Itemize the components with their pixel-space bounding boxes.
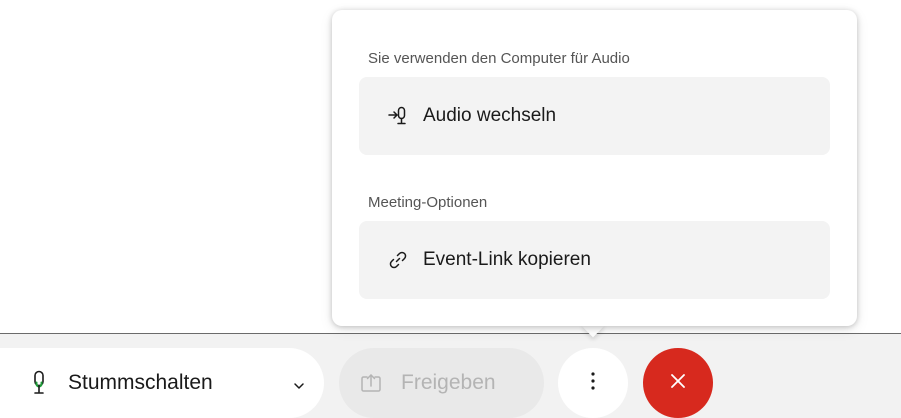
close-icon [670, 373, 686, 394]
share-label: Freigeben [401, 371, 496, 394]
switch-audio-icon [387, 105, 409, 127]
copy-event-link-menu-item[interactable]: Event-Link kopieren [359, 221, 830, 299]
share-button[interactable]: Freigeben [339, 348, 544, 418]
switch-audio-label: Audio wechseln [423, 105, 557, 126]
mute-label: Stummschalten [68, 371, 213, 394]
switch-audio-menu-item[interactable]: Audio wechseln [359, 77, 830, 155]
mute-button[interactable]: Stummschalten [0, 348, 324, 418]
chevron-down-icon[interactable] [293, 378, 305, 389]
copy-event-link-label: Event-Link kopieren [423, 249, 591, 270]
meeting-options-heading: Meeting-Optionen [368, 194, 488, 211]
more-options-menu: Sie verwenden den Computer für Audio Aud… [332, 10, 857, 326]
audio-section-heading: Sie verwenden den Computer für Audio [368, 50, 630, 67]
more-vertical-icon [590, 370, 596, 397]
link-icon [387, 249, 409, 271]
meeting-window: Sie verwenden den Computer für Audio Aud… [0, 0, 901, 418]
share-screen-icon [360, 372, 382, 394]
more-options-button[interactable] [558, 348, 628, 418]
end-meeting-button[interactable] [643, 348, 713, 418]
microphone-icon [30, 370, 48, 396]
